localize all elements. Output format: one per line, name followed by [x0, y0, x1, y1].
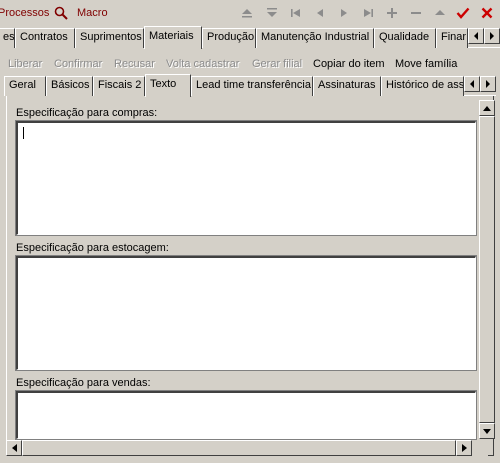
move-familia-button[interactable]: Move família — [395, 58, 457, 70]
tab-assinaturas[interactable]: Assinaturas — [313, 76, 381, 96]
copiar-do-item-button[interactable]: Copiar do item — [313, 58, 385, 70]
tab-historico[interactable]: Histórico de ass — [381, 76, 464, 96]
tab-qualidade[interactable]: Qualidade — [374, 28, 436, 48]
text-caret — [23, 127, 24, 139]
previous-icon[interactable] — [309, 4, 331, 22]
action-toolbar: Liberar Confirmar Recusar Volta cadastra… — [0, 55, 500, 73]
recusar-button[interactable]: Recusar — [114, 58, 155, 70]
tab-scroll-right-icon[interactable] — [484, 28, 500, 44]
scroll-corner — [472, 440, 488, 456]
tab-financeiro[interactable]: Finar — [436, 28, 468, 48]
subtab-scroll-right-icon[interactable] — [480, 76, 496, 92]
scroll-right-icon[interactable] — [456, 440, 472, 456]
tab-manutencao-industrial[interactable]: Manutenção Industrial — [256, 28, 374, 48]
add-icon[interactable] — [381, 4, 403, 22]
estocagem-label: Especificação para estocagem: — [16, 242, 169, 254]
subtab-scroll-left-icon[interactable] — [464, 76, 480, 92]
first-icon[interactable] — [285, 4, 307, 22]
search-icon[interactable] — [52, 4, 70, 22]
vertical-scroll-thumb[interactable] — [479, 116, 495, 423]
vendas-textarea[interactable] — [15, 390, 477, 440]
scroll-up-icon[interactable] — [479, 100, 495, 116]
tab-producao[interactable]: Produção — [202, 28, 256, 48]
up-icon[interactable] — [429, 4, 451, 22]
liberar-button[interactable]: Liberar — [8, 58, 42, 70]
compras-label: Especificação para compras: — [16, 107, 158, 119]
move-down-icon[interactable] — [261, 4, 283, 22]
confirm-icon[interactable] — [452, 4, 474, 22]
texto-panel: Especificação para compras: Especificaçã… — [6, 96, 495, 456]
volta-cadastrar-button[interactable]: Volta cadastrar — [166, 58, 239, 70]
move-up-icon[interactable] — [236, 4, 258, 22]
scroll-down-icon[interactable] — [479, 423, 495, 439]
last-icon[interactable] — [357, 4, 379, 22]
horizontal-scrollbar[interactable] — [6, 440, 472, 456]
close-icon[interactable] — [476, 4, 498, 22]
tab-geral[interactable]: Geral — [4, 76, 46, 96]
tab-suprimentos[interactable]: Suprimentos — [75, 28, 144, 48]
estocagem-textarea[interactable] — [15, 255, 477, 371]
processos-menu[interactable]: Processos — [0, 7, 49, 19]
item-tabstrip: Geral Básicos Fiscais 2 Texto Lead time … — [4, 74, 496, 97]
confirmar-button[interactable]: Confirmar — [54, 58, 102, 70]
tab-fiscais-2[interactable]: Fiscais 2 — [93, 76, 145, 96]
module-tabstrip: es Contratos Suprimentos Materiais Produ… — [0, 26, 500, 49]
top-toolbar: Processos Macro — [0, 0, 500, 26]
vertical-scrollbar[interactable] — [479, 100, 495, 439]
tab-contratos[interactable]: Contratos — [15, 28, 75, 48]
tab-materiais[interactable]: Materiais — [144, 26, 202, 49]
tab-scroll-left-icon[interactable] — [468, 28, 484, 44]
next-icon[interactable] — [333, 4, 355, 22]
gerar-filial-button[interactable]: Gerar filial — [252, 58, 302, 70]
remove-icon[interactable] — [405, 4, 427, 22]
scroll-left-icon[interactable] — [6, 440, 22, 456]
horizontal-scroll-thumb[interactable] — [22, 440, 456, 456]
vendas-label: Especificação para vendas: — [16, 377, 151, 389]
tab-partial-left[interactable]: es — [0, 28, 15, 48]
tab-texto[interactable]: Texto — [145, 74, 191, 97]
macro-menu[interactable]: Macro — [77, 7, 108, 19]
tab-basicos[interactable]: Básicos — [46, 76, 93, 96]
tab-lead-time-transferencia[interactable]: Lead time transferência — [191, 76, 313, 96]
compras-textarea[interactable] — [15, 120, 477, 236]
